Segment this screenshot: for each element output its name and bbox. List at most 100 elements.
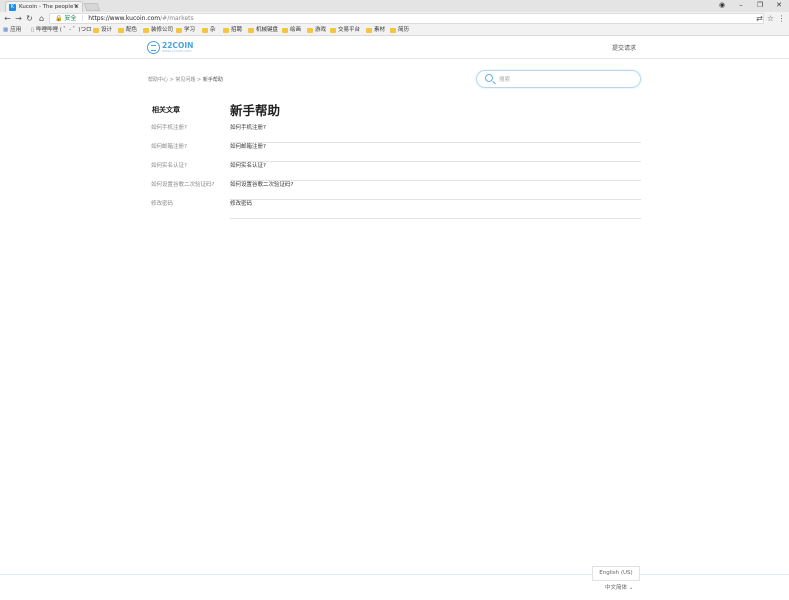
site-logo[interactable]: 22COIN www.22coin.com bbox=[147, 40, 193, 55]
back-arrow-icon[interactable]: ← bbox=[2, 13, 13, 24]
bookmark-item[interactable]: 学习 bbox=[176, 25, 195, 35]
breadcrumb-faq[interactable]: 常见问题 bbox=[175, 77, 195, 83]
bookmark-label: 设计 bbox=[101, 27, 113, 33]
language-select-value: 中文简体 bbox=[605, 585, 628, 591]
folder-icon bbox=[248, 27, 254, 33]
bookmark-label: 游戏 bbox=[315, 27, 327, 33]
logo-subtitle: www.22coin.com bbox=[162, 48, 192, 53]
forward-arrow-icon[interactable]: → bbox=[13, 13, 24, 24]
breadcrumb-separator: > bbox=[197, 77, 202, 83]
article-link[interactable]: 如何设置谷歌二次验证码? bbox=[230, 181, 641, 200]
folder-icon bbox=[390, 27, 396, 33]
minimize-icon[interactable]: – bbox=[732, 0, 750, 12]
breadcrumb-current: 新手帮助 bbox=[202, 77, 223, 83]
bookmark-label: 学习 bbox=[184, 27, 196, 33]
secure-label: 安全 bbox=[64, 15, 77, 22]
folder-icon bbox=[307, 27, 313, 33]
folder-icon bbox=[93, 27, 99, 33]
footer-divider bbox=[0, 574, 789, 575]
browser-tab-strip: K Kucoin - The people's ✕ ◉ – ❐ ✕ bbox=[0, 0, 789, 12]
window-close-icon[interactable]: ✕ bbox=[770, 0, 788, 12]
url-host: https://www.kucoin.com bbox=[88, 15, 161, 22]
breadcrumb-separator: > bbox=[169, 77, 174, 83]
language-select[interactable]: 中文简体 ⌄ bbox=[605, 583, 633, 591]
bookmark-item[interactable]: 游戏 bbox=[307, 25, 326, 35]
bookmark-item[interactable]: 机械键盘 bbox=[248, 25, 278, 35]
bookmark-label: 简历 bbox=[398, 27, 410, 33]
related-article-link[interactable]: 如何设置谷歌二次验证码? bbox=[151, 181, 216, 200]
bookmark-label: 杂 bbox=[210, 27, 216, 33]
bookmark-item[interactable]: 交易平台 bbox=[330, 25, 360, 35]
bookmark-label: 应用 bbox=[10, 27, 22, 33]
bookmark-label: 哔哩哔哩 ( ゜- ゜)つロ bbox=[36, 27, 92, 33]
page-icon: ▯ bbox=[31, 27, 35, 33]
folder-icon bbox=[282, 27, 288, 33]
language-option-english[interactable]: English (US) bbox=[592, 566, 640, 581]
page-title: 新手帮助 bbox=[230, 103, 281, 118]
home-icon[interactable]: ⌂ bbox=[36, 13, 47, 24]
folder-icon bbox=[330, 27, 336, 33]
related-article-link[interactable]: 如何实名认证? bbox=[151, 162, 216, 181]
bookmark-label: 配色 bbox=[126, 27, 138, 33]
bookmark-item[interactable]: 配色 bbox=[118, 25, 137, 35]
kucoin-favicon-icon: K bbox=[9, 4, 16, 11]
bookmarks-bar: ▦ 应用 ▯ 哔哩哔哩 ( ゜- ゜)つロ 设计 配色 装修公司 学习 杂 招聘 机械键盘 绘画 游戏 交… bbox=[0, 25, 789, 36]
article-link[interactable]: 如何邮箱注册? bbox=[230, 143, 641, 162]
bookmark-item[interactable]: ▦ 应用 bbox=[3, 25, 21, 35]
article-list: 如何手机注册? 如何邮箱注册? 如何实名认证? 如何设置谷歌二次验证码? 修改密… bbox=[230, 124, 641, 219]
address-bar[interactable]: 🔒 安全 | https://www.kucoin.com/#/markets bbox=[49, 13, 764, 24]
translate-icon[interactable]: ⇄ bbox=[754, 13, 765, 24]
bookmark-label: 机械键盘 bbox=[256, 27, 279, 33]
bookmark-item[interactable]: 素材 bbox=[366, 25, 385, 35]
bookmark-label: 素材 bbox=[374, 27, 386, 33]
logo-mark-icon bbox=[147, 41, 160, 54]
address-separator: | bbox=[81, 15, 84, 22]
bookmark-item[interactable]: 招聘 bbox=[223, 25, 242, 35]
article-link[interactable]: 修改密码 bbox=[230, 200, 641, 219]
breadcrumb: 帮助中心 > 常见问题 > 新手帮助 bbox=[148, 76, 223, 83]
breadcrumb-help-center[interactable]: 帮助中心 bbox=[148, 77, 168, 83]
bookmark-item[interactable]: 设计 bbox=[93, 25, 112, 35]
bookmark-item[interactable]: 装修公司 bbox=[143, 25, 173, 35]
bookmark-item[interactable]: 简历 bbox=[390, 25, 409, 35]
search-box[interactable] bbox=[476, 70, 641, 88]
tab-title: Kucoin - The people's bbox=[19, 4, 78, 10]
bookmark-label: 装修公司 bbox=[151, 27, 174, 33]
apps-icon: ▦ bbox=[3, 27, 9, 33]
folder-icon bbox=[223, 27, 229, 33]
folder-icon bbox=[366, 27, 372, 33]
related-article-link[interactable]: 如何邮箱注册? bbox=[151, 143, 216, 162]
bookmark-item[interactable]: ▯ 哔哩哔哩 ( ゜- ゜)つロ bbox=[31, 25, 92, 35]
tab-close-icon[interactable]: ✕ bbox=[74, 2, 79, 12]
bookmark-star-icon[interactable]: ☆ bbox=[765, 13, 776, 24]
lock-icon: 🔒 bbox=[55, 15, 63, 22]
browser-toolbar: ← → ↻ ⌂ 🔒 安全 | https://www.kucoin.com/#/… bbox=[0, 12, 789, 25]
article-link[interactable]: 如何实名认证? bbox=[230, 162, 641, 181]
menu-kebab-icon[interactable]: ⋮ bbox=[776, 13, 787, 24]
bookmark-item[interactable]: 杂 bbox=[202, 25, 216, 35]
new-tab-button[interactable] bbox=[83, 3, 101, 11]
folder-icon bbox=[176, 27, 182, 33]
related-articles-title: 相关文章 bbox=[152, 106, 180, 114]
folder-icon bbox=[202, 27, 208, 33]
search-input[interactable] bbox=[499, 74, 629, 85]
page-content: 22COIN www.22coin.com 提交请求 帮助中心 > 常见问题 >… bbox=[0, 36, 789, 600]
related-articles-list: 如何手机注册? 如何邮箱注册? 如何实名认证? 如何设置谷歌二次验证码? 修改密… bbox=[151, 124, 216, 219]
profile-icon[interactable]: ◉ bbox=[713, 0, 731, 12]
bookmark-label: 绘画 bbox=[290, 27, 302, 33]
reload-icon[interactable]: ↻ bbox=[24, 13, 35, 24]
site-header: 22COIN www.22coin.com 提交请求 bbox=[0, 36, 789, 59]
bookmark-label: 交易平台 bbox=[338, 27, 361, 33]
folder-icon bbox=[143, 27, 149, 33]
search-icon[interactable] bbox=[485, 74, 493, 82]
bookmark-label: 招聘 bbox=[231, 27, 243, 33]
submit-request-link[interactable]: 提交请求 bbox=[612, 43, 636, 52]
maximize-icon[interactable]: ❐ bbox=[751, 0, 769, 12]
related-article-link[interactable]: 修改密码 bbox=[151, 200, 216, 219]
browser-tab[interactable]: K Kucoin - The people's ✕ bbox=[5, 1, 83, 12]
chevron-down-icon: ⌄ bbox=[628, 585, 634, 591]
related-article-link[interactable]: 如何手机注册? bbox=[151, 124, 216, 143]
folder-icon bbox=[118, 27, 124, 33]
bookmark-item[interactable]: 绘画 bbox=[282, 25, 301, 35]
article-link[interactable]: 如何手机注册? bbox=[230, 124, 641, 143]
